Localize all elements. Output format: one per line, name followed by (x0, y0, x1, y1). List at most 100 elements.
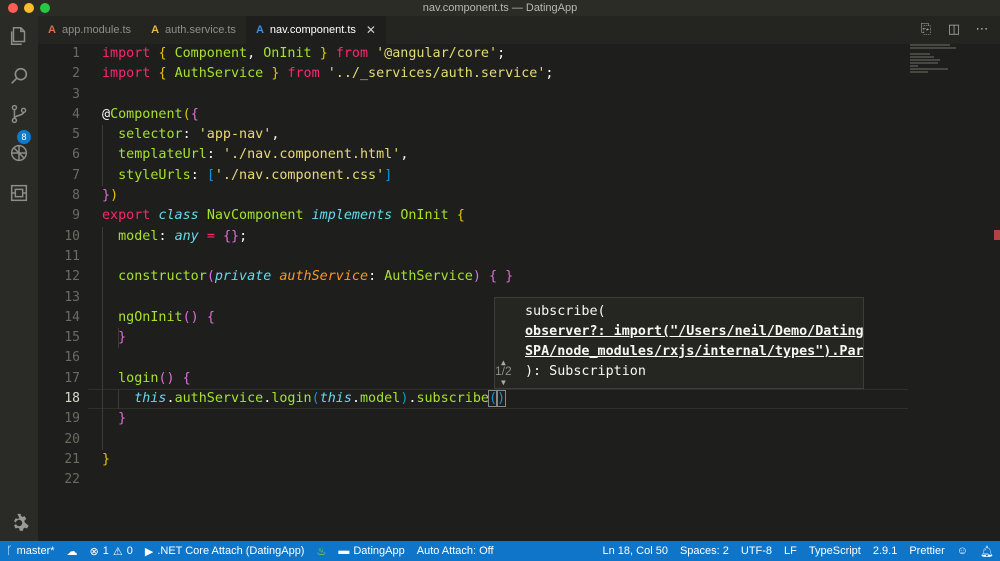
editor-actions: ⎘ ◫ ⋯ (918, 21, 990, 37)
line-number: 14 (64, 309, 80, 325)
live-share-status[interactable]: ♨ (310, 545, 332, 558)
ts-version[interactable]: 2.9.1 (867, 545, 903, 557)
more-actions-icon[interactable]: ⋯ (974, 21, 990, 37)
code-line: } (102, 451, 111, 467)
line-number: 15 (64, 330, 80, 346)
auto-attach-status[interactable]: Auto Attach: Off (411, 545, 500, 557)
source-control-icon[interactable] (7, 102, 31, 126)
line-number: 13 (64, 289, 80, 305)
tab-nav-component[interactable]: A nav.component.ts ✕ (245, 16, 386, 44)
code-line: } (118, 411, 127, 427)
smiley-icon: ☺ (956, 545, 969, 557)
line-number: 3 (72, 86, 80, 102)
line-number: 11 (64, 248, 80, 264)
line-number: 7 (72, 167, 80, 183)
minimize-window-button[interactable] (24, 3, 34, 13)
tab-label: auth.service.ts (165, 24, 236, 36)
branch-name: master* (16, 545, 55, 557)
auto-attach-label: Auto Attach: Off (416, 545, 494, 557)
line-number: 12 (64, 269, 80, 285)
code-line: @Component({ (102, 106, 199, 122)
open-changes-icon[interactable]: ⎘ (918, 21, 934, 37)
sync-status[interactable]: ☁ (61, 545, 84, 558)
eol-status[interactable]: LF (778, 545, 803, 557)
title-bar: nav.component.ts — DatingApp (0, 0, 1000, 16)
gear-icon[interactable] (8, 512, 30, 534)
tab-app-module[interactable]: A app.module.ts (38, 16, 141, 44)
close-tab-icon[interactable]: ✕ (366, 23, 376, 37)
language-mode[interactable]: TypeScript (803, 545, 867, 557)
line-number: 5 (72, 127, 80, 143)
error-count: 1 (102, 545, 109, 557)
feedback-status[interactable]: ☺ (951, 545, 974, 557)
code-content[interactable]: import { Component, OnInit } from '@angu… (102, 44, 922, 491)
extensions-icon[interactable] (7, 181, 31, 205)
tab-bar: A app.module.ts A auth.service.ts A nav.… (38, 16, 1000, 44)
code-line: import { Component, OnInit } from '@angu… (102, 46, 506, 61)
debug-config-label: .NET Core Attach (DatingApp) (157, 545, 305, 557)
code-line: selector: 'app-nav', (118, 127, 280, 143)
explorer-icon[interactable] (7, 24, 31, 48)
line-number: 21 (64, 451, 80, 467)
indentation-status[interactable]: Spaces: 2 (674, 545, 735, 557)
minimap[interactable] (910, 44, 966, 84)
code-line: export class NavComponent implements OnI… (102, 208, 465, 224)
line-number: 1 (72, 46, 80, 61)
hint-signature: subscribe( (525, 304, 606, 319)
scrollbar-error-marker (994, 230, 1000, 240)
problems-status[interactable]: ⊗ 1 ⚠ 0 (84, 545, 139, 558)
folder-status[interactable]: ▬ DatingApp (332, 545, 410, 557)
line-number: 18 (64, 391, 80, 407)
line-number: 10 (64, 228, 80, 244)
line-number: 8 (72, 188, 80, 204)
formatter-label: Prettier (909, 545, 945, 557)
chevron-down-icon[interactable]: ▼ (501, 378, 506, 387)
angular-icon: A (255, 24, 264, 36)
cursor-position[interactable]: Ln 18, Col 50 (597, 545, 674, 557)
ts-version-label: 2.9.1 (872, 545, 898, 557)
code-line: import { AuthService } from '../_service… (102, 66, 554, 82)
tab-auth-service[interactable]: A auth.service.ts (141, 16, 246, 44)
flame-icon: ♨ (316, 545, 327, 558)
branch-status[interactable]: ᚴ master* (0, 545, 61, 557)
line-number: 2 (72, 66, 80, 82)
folder-icon: ▬ (338, 545, 350, 557)
cursor-position-label: Ln 18, Col 50 (602, 545, 668, 557)
parameter-hint-widget: ▲ 1/2 ▼ subscribe( observer?: import("/U… (494, 297, 864, 389)
line-number: 19 (64, 411, 80, 427)
split-editor-icon[interactable]: ◫ (946, 21, 962, 37)
close-window-button[interactable] (8, 3, 18, 13)
hint-pager: 1/2 (495, 364, 512, 378)
tab-label: app.module.ts (61, 24, 132, 36)
play-icon: ▶ (144, 545, 154, 558)
encoding-label: UTF-8 (740, 545, 773, 557)
code-line: this.authService.login(this.model).subsc… (134, 390, 507, 408)
language-label: TypeScript (808, 545, 861, 557)
activity-bar: 8 (0, 16, 38, 541)
line-number: 22 (64, 472, 80, 488)
debug-icon[interactable] (7, 141, 31, 165)
search-icon[interactable] (7, 64, 31, 88)
notifications-status[interactable]: 🔔︎ (974, 545, 1000, 558)
warning-icon: ⚠ (112, 545, 123, 558)
code-editor[interactable]: 1 2 3 4 5 6 7 8 9 10 11 12 13 14 15 16 17 18 19 20 21 22 impo… (38, 44, 1000, 541)
cloud-sync-icon: ☁ (66, 545, 78, 558)
line-number: 20 (64, 431, 80, 447)
status-bar: ᚴ master* ☁ ⊗ 1 ⚠ 0 ▶ .NET Core Attach (… (0, 541, 1000, 561)
maximize-window-button[interactable] (40, 3, 50, 13)
formatter-status[interactable]: Prettier (903, 545, 950, 557)
debug-config-status[interactable]: ▶ .NET Core Attach (DatingApp) (139, 545, 311, 558)
line-number: 4 (72, 106, 80, 122)
code-line: model: any = {}; (118, 228, 248, 244)
bell-icon: 🔔︎ (980, 545, 994, 558)
encoding-status[interactable]: UTF-8 (735, 545, 778, 557)
eol-label: LF (784, 545, 797, 557)
angular-icon: A (151, 24, 160, 36)
folder-name: DatingApp (353, 545, 405, 557)
warning-count: 0 (126, 545, 133, 557)
hint-parameter-cont: SPA/node_modules/rxjs/internal/types").P… (525, 344, 863, 359)
tab-label: nav.component.ts (269, 24, 356, 36)
